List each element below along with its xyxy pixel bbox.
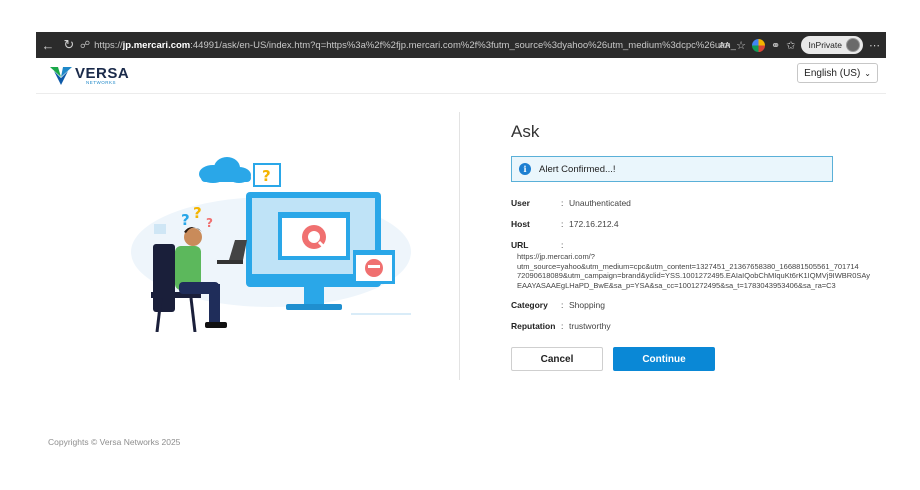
language-select[interactable]: English (US) ⌄ (797, 63, 878, 83)
lock-icon: ☍ (80, 39, 91, 51)
action-buttons: Cancel Continue (511, 347, 715, 371)
category-value: Shopping (569, 300, 605, 310)
detail-row-host: Host : 172.16.212.4 (511, 219, 886, 229)
detail-row-reputation: Reputation : trustworthy (511, 321, 886, 331)
url-value: https://jp.mercari.com/? utm_source=yaho… (517, 252, 870, 290)
chevron-down-icon: ⌄ (864, 68, 871, 78)
details-list: User : Unauthenticated Host : 172.16.212… (511, 198, 886, 331)
user-label: User (511, 198, 530, 208)
inprivate-badge[interactable]: InPrivate (801, 36, 863, 54)
reputation-label: Reputation (511, 321, 556, 331)
vertical-divider (459, 112, 460, 380)
profile-avatar (846, 38, 860, 52)
user-value: Unauthenticated (569, 198, 631, 208)
alert-banner: i Alert Confirmed...! (511, 156, 833, 182)
reputation-value: trustworthy (569, 321, 611, 331)
separator: : (561, 321, 564, 331)
footer-copyright: Copyrights © Versa Networks 2025 (48, 437, 181, 447)
cancel-button[interactable]: Cancel (511, 347, 603, 371)
url-rest: :44991/ask/en-US/index.htm?q=https%3a%2f… (190, 39, 736, 51)
separator: : (561, 219, 564, 229)
host-label: Host (511, 219, 530, 229)
url-label: URL (511, 240, 529, 250)
continue-button[interactable]: Continue (613, 347, 715, 371)
separator: : (561, 240, 564, 250)
svg-text:?: ? (206, 216, 213, 230)
url-host: jp.mercari.com (122, 39, 191, 51)
browser-essentials-icon[interactable]: ⚭ (771, 39, 780, 52)
browser-toolbar: ← ↻ ☍ https:// jp.mercari.com :44991/ask… (36, 32, 886, 58)
svg-text:?: ? (193, 204, 202, 222)
logo-subtext: NETWORKS (86, 80, 117, 85)
toolbar-right: ᴀᴀ ☆ ⚭ ✩ InPrivate ⋯ (719, 35, 880, 55)
page-frame: ← ↻ ☍ https:// jp.mercari.com :44991/ask… (36, 32, 886, 462)
back-icon[interactable]: ← (39, 34, 57, 56)
alert-text: Alert Confirmed...! (539, 163, 616, 175)
host-value: 172.16.212.4 (569, 219, 619, 229)
read-aloud-icon[interactable]: ᴀᴀ (719, 39, 730, 51)
logo-text: VERSA (75, 65, 130, 82)
favorite-star-icon[interactable]: ☆ (736, 39, 746, 52)
extension-icon[interactable] (752, 38, 766, 52)
inprivate-label: InPrivate (808, 40, 842, 50)
info-icon: i (519, 163, 531, 175)
language-value: English (US) (804, 67, 861, 79)
address-bar[interactable]: ☍ https:// jp.mercari.com :44991/ask/en-… (80, 36, 736, 54)
favorites-icon[interactable]: ✩ (786, 39, 795, 52)
versa-logo-mark-icon (50, 67, 72, 85)
page-title: Ask (511, 122, 540, 141)
ask-panel: Ask i Alert Confirmed...! User : Unauthe… (511, 122, 886, 331)
separator: : (561, 300, 564, 310)
cloud-icon (199, 157, 251, 183)
more-menu-icon[interactable]: ⋯ (869, 39, 880, 52)
page-header: VERSA NETWORKS English (US) ⌄ (36, 58, 886, 94)
detail-row-category: Category : Shopping (511, 300, 886, 310)
refresh-icon[interactable]: ↻ (60, 34, 78, 56)
url-prefix: https:// (94, 39, 123, 51)
detail-row-user: User : Unauthenticated (511, 198, 886, 208)
versa-logo: VERSA NETWORKS (50, 65, 130, 85)
category-label: Category (511, 300, 548, 310)
illustration: ? ? ? ? (131, 157, 411, 332)
separator: : (561, 198, 564, 208)
svg-text:?: ? (262, 167, 271, 185)
detail-row-url: URL : (511, 240, 886, 250)
svg-text:?: ? (181, 211, 190, 229)
